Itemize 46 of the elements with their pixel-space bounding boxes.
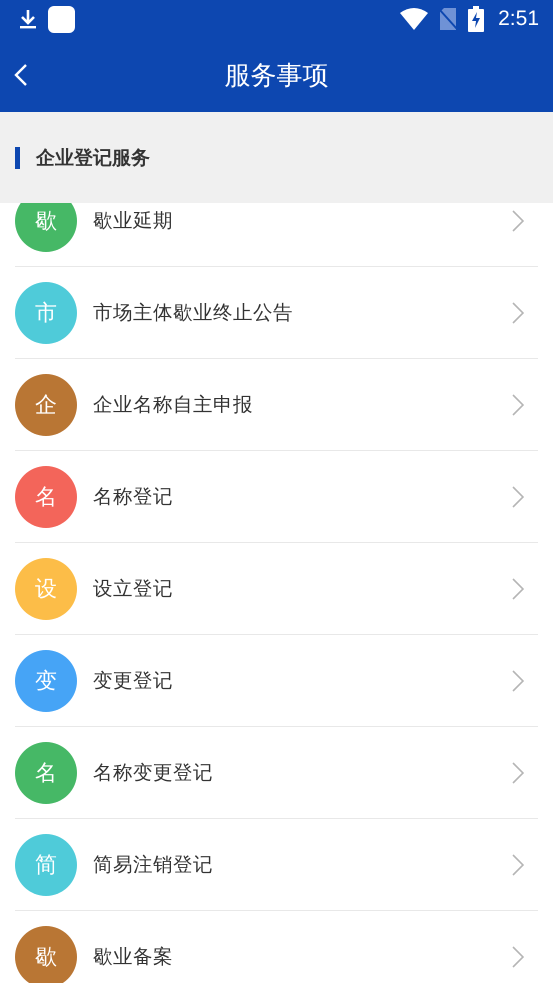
chevron-right-icon <box>512 854 524 876</box>
item-label: 设立登记 <box>93 576 174 602</box>
item-label: 名称变更登记 <box>93 760 214 786</box>
status-time: 2:51 <box>498 7 539 31</box>
service-item[interactable]: 简 简易注销登记 <box>15 819 538 911</box>
page-title: 服务事项 <box>224 60 328 92</box>
chevron-right-icon <box>512 394 524 416</box>
item-label: 歇业备案 <box>93 944 174 970</box>
avatar-badge: 企 <box>15 374 77 436</box>
chevron-right-icon <box>512 670 524 692</box>
item-label: 变更登记 <box>93 668 174 694</box>
chevron-right-icon <box>512 210 524 232</box>
app-icon <box>48 6 75 32</box>
chevron-right-icon <box>512 302 524 324</box>
service-item[interactable]: 歇 歇业延期 <box>15 203 538 267</box>
service-item[interactable]: 歇 歇业备案 <box>15 911 538 983</box>
back-icon[interactable] <box>14 63 28 87</box>
service-item[interactable]: 名 名称登记 <box>15 451 538 543</box>
service-item[interactable]: 企 企业名称自主申报 <box>15 359 538 451</box>
chevron-right-icon <box>512 486 524 508</box>
no-sim-icon <box>438 7 458 31</box>
item-label: 歇业延期 <box>93 208 174 234</box>
download-icon <box>18 8 38 30</box>
chevron-right-icon <box>512 578 524 600</box>
avatar-badge: 设 <box>15 558 77 620</box>
avatar-badge: 简 <box>15 834 77 896</box>
section-title: 企业登记服务 <box>36 146 150 170</box>
avatar-badge: 歇 <box>15 203 77 252</box>
avatar-badge: 市 <box>15 282 77 344</box>
avatar-badge: 歇 <box>15 926 77 983</box>
battery-icon <box>468 6 484 32</box>
avatar-badge: 变 <box>15 650 77 712</box>
item-label: 简易注销登记 <box>93 852 214 878</box>
service-item[interactable]: 市 市场主体歇业终止公告 <box>15 267 538 359</box>
avatar-badge: 名 <box>15 742 77 804</box>
chevron-right-icon <box>512 762 524 784</box>
service-item[interactable]: 设 设立登记 <box>15 543 538 635</box>
accent-bar <box>15 146 20 168</box>
service-item[interactable]: 变 变更登记 <box>15 635 538 727</box>
avatar-badge: 名 <box>15 466 77 528</box>
item-label: 市场主体歇业终止公告 <box>93 300 294 326</box>
chevron-right-icon <box>512 946 524 968</box>
wifi-icon <box>400 8 428 30</box>
service-item[interactable]: 名 名称变更登记 <box>15 727 538 819</box>
item-label: 企业名称自主申报 <box>93 392 254 418</box>
item-label: 名称登记 <box>93 484 174 510</box>
